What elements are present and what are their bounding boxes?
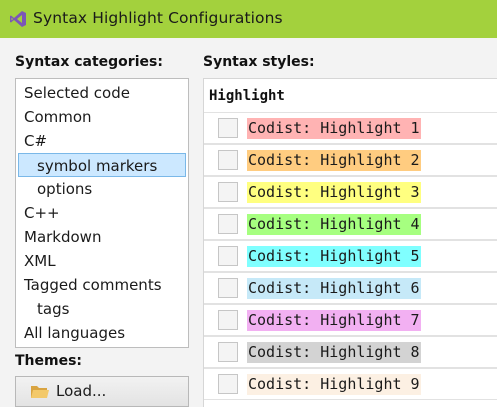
style-sample: Codist: Highlight 3 — [247, 182, 421, 203]
syntax-categories-list[interactable]: Selected code Common C# symbol markers o… — [15, 78, 189, 348]
style-checkbox[interactable] — [218, 374, 238, 394]
style-group-header: Highlight — [209, 88, 285, 104]
category-item-selected-code[interactable]: Selected code — [24, 81, 130, 105]
category-item-markdown[interactable]: Markdown — [24, 225, 101, 249]
load-theme-button[interactable]: Load... — [15, 376, 189, 407]
style-sample: Codist: Highlight 1 — [247, 118, 421, 139]
style-checkbox[interactable] — [218, 342, 238, 362]
load-button-label: Load... — [56, 382, 107, 400]
category-item-xml[interactable]: XML — [24, 249, 56, 273]
category-item-tagged-comments[interactable]: Tagged comments — [24, 273, 162, 297]
style-sample: Codist: Highlight 6 — [247, 278, 421, 299]
style-checkbox[interactable] — [218, 310, 238, 330]
style-sample: Codist: Highlight 7 — [247, 310, 421, 331]
style-sample: Codist: Highlight 5 — [247, 246, 421, 267]
folder-icon — [31, 386, 49, 398]
style-checkbox[interactable] — [218, 246, 238, 266]
style-row[interactable]: Codist: Highlight 5 — [204, 240, 497, 272]
style-checkbox[interactable] — [218, 150, 238, 170]
style-checkbox[interactable] — [218, 118, 238, 138]
style-row[interactable]: Codist: Highlight 9 — [204, 368, 497, 400]
style-row[interactable]: Codist: Highlight 1 — [204, 112, 497, 144]
style-checkbox[interactable] — [218, 182, 238, 202]
title-bar: Syntax Highlight Configurations — [0, 0, 497, 38]
category-item-tags[interactable]: tags — [37, 297, 69, 321]
category-item-options[interactable]: options — [37, 177, 92, 201]
style-row[interactable]: Codist: Highlight 8 — [204, 336, 497, 368]
style-row[interactable]: Codist: Highlight 4 — [204, 208, 497, 240]
category-item-common[interactable]: Common — [24, 105, 92, 129]
style-sample: Codist: Highlight 2 — [247, 150, 421, 171]
syntax-styles-label: Syntax styles: — [203, 54, 315, 70]
category-item-all-languages[interactable]: All languages — [24, 321, 125, 345]
style-checkbox[interactable] — [218, 278, 238, 298]
syntax-styles-panel: Highlight Codist: Highlight 1 Codist: Hi… — [203, 78, 497, 407]
syntax-categories-label: Syntax categories: — [15, 54, 163, 70]
style-row[interactable]: Codist: Highlight 3 — [204, 176, 497, 208]
style-sample: Codist: Highlight 8 — [247, 342, 421, 363]
category-item-symbol-markers[interactable]: symbol markers — [18, 153, 186, 177]
style-row[interactable]: Codist: Highlight 2 — [204, 144, 497, 176]
style-row[interactable]: Codist: Highlight 7 — [204, 304, 497, 336]
style-checkbox[interactable] — [218, 214, 238, 234]
category-item-csharp[interactable]: C# — [24, 129, 47, 153]
themes-label: Themes: — [15, 353, 83, 369]
style-row[interactable]: Codist: Highlight 6 — [204, 272, 497, 304]
visual-studio-icon — [10, 11, 26, 27]
style-sample: Codist: Highlight 4 — [247, 214, 421, 235]
window-title: Syntax Highlight Configurations — [33, 9, 283, 27]
category-item-cpp[interactable]: C++ — [24, 201, 60, 225]
style-sample: Codist: Highlight 9 — [247, 374, 421, 395]
